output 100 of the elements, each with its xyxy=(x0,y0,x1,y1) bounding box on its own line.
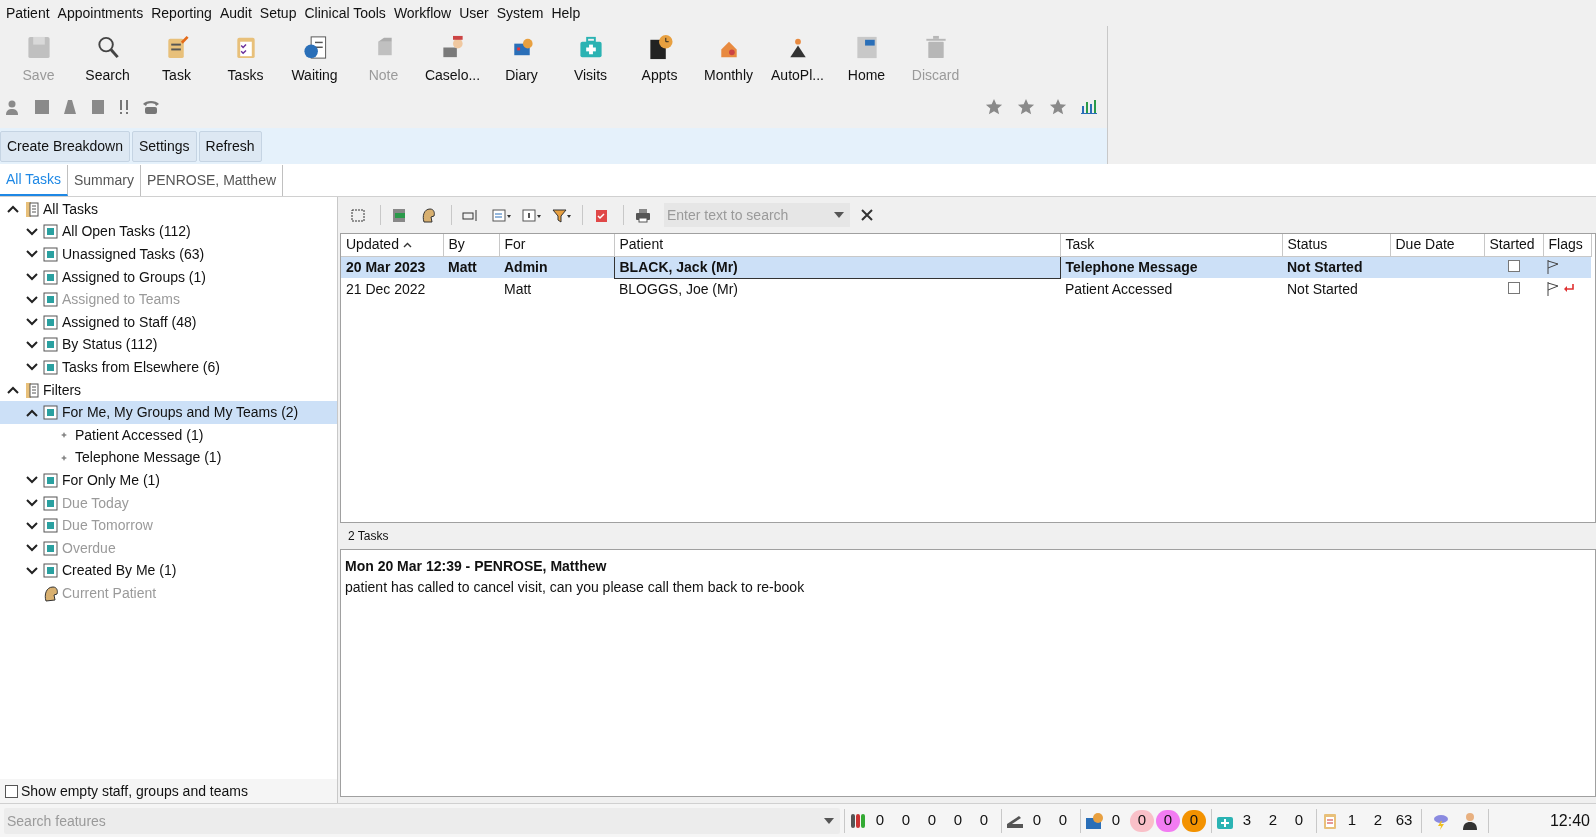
clipboard-icon xyxy=(42,291,59,309)
column-header[interactable]: Due Date xyxy=(1390,234,1484,256)
bar-chart-icon[interactable] xyxy=(1081,100,1097,114)
column-header[interactable]: Flags xyxy=(1543,234,1591,256)
count-text: 63 xyxy=(1394,810,1414,831)
task-count: 2 Tasks xyxy=(348,528,389,545)
head-icon xyxy=(42,584,59,602)
checkbox[interactable] xyxy=(1507,259,1520,272)
action-button[interactable]: Refresh xyxy=(198,130,262,162)
table-cell[interactable]: 21 Dec 2022 xyxy=(341,278,443,300)
table-cell[interactable]: Matt xyxy=(499,278,614,300)
calendar-chart-icon[interactable] xyxy=(1085,811,1103,830)
table-cell[interactable]: Admin xyxy=(499,256,614,278)
dropdown-caret-icon[interactable] xyxy=(834,212,844,218)
count-badge: 0 xyxy=(1182,809,1206,832)
count-text: 0 xyxy=(1031,810,1043,831)
folder-list-icon xyxy=(23,381,40,399)
telephone-icon[interactable] xyxy=(142,99,160,115)
tree-item[interactable]: Unassigned Tasks (63) xyxy=(0,243,337,266)
star-icon[interactable] xyxy=(1017,98,1035,116)
search-features-field[interactable]: Search features xyxy=(4,807,840,834)
menu-item[interactable]: System xyxy=(492,2,548,24)
toolbar-button[interactable]: Task xyxy=(142,34,211,86)
tree-item[interactable]: By Status (112) xyxy=(0,333,337,357)
table-cell[interactable]: BLOGGS, Joe (Mr) xyxy=(614,278,1060,300)
action-button[interactable]: Settings xyxy=(131,130,197,162)
menu-item[interactable]: Appointments xyxy=(53,2,148,24)
exclamation-icon[interactable] xyxy=(118,99,130,115)
table-cell[interactable] xyxy=(1543,256,1591,278)
table-cell[interactable]: Not Started xyxy=(1282,278,1390,300)
filter-dropdown-icon[interactable] xyxy=(552,206,572,224)
tree-item[interactable]: Telephone Message (1) xyxy=(0,446,337,470)
menu-item[interactable]: Workflow xyxy=(389,2,456,24)
count-text: 2 xyxy=(1372,810,1384,831)
table-cell[interactable]: Telephone Message xyxy=(1060,256,1282,278)
checkbox[interactable] xyxy=(1507,281,1520,294)
clipboard-icon xyxy=(42,471,59,489)
clipboard-icon xyxy=(42,562,59,580)
tree-item[interactable]: Assigned to Groups (1) xyxy=(0,265,337,289)
column-header[interactable]: By xyxy=(443,234,499,256)
tree-item[interactable]: All Open Tasks (112) xyxy=(0,220,337,244)
column-header[interactable]: Status xyxy=(1282,234,1390,256)
flag-icon[interactable] xyxy=(1547,282,1559,296)
tab[interactable]: PENROSE, Matthew xyxy=(140,165,284,196)
clipboard-icon xyxy=(42,246,59,263)
star-icon[interactable] xyxy=(1049,98,1067,116)
toolbar-button[interactable]: AutoPl... xyxy=(763,34,832,86)
menu-item[interactable]: Reporting xyxy=(147,2,216,24)
tree-item[interactable]: For Me, My Groups and My Teams (2) xyxy=(0,401,337,424)
column-header[interactable]: Patient xyxy=(614,234,1060,256)
tree-item[interactable]: Created By Me (1) xyxy=(0,559,337,583)
menu-item[interactable]: Patient xyxy=(2,2,54,24)
menu-item[interactable]: Audit xyxy=(215,2,256,24)
toolbar-button[interactable]: Caselo... xyxy=(418,34,487,86)
toolbar-button[interactable]: Search xyxy=(73,34,142,86)
column-header[interactable]: Updated xyxy=(341,234,443,256)
test-tubes-icon[interactable] xyxy=(849,811,867,830)
column-header[interactable]: Task xyxy=(1060,234,1282,256)
flag-icon[interactable] xyxy=(1547,260,1559,275)
table-cell[interactable]: 20 Mar 2023 xyxy=(341,256,443,278)
column-header[interactable]: Started xyxy=(1484,234,1543,256)
menu-item[interactable]: User xyxy=(455,2,493,24)
search-field[interactable]: Enter text to search xyxy=(664,203,850,227)
clipboard-icon xyxy=(42,313,59,331)
table-cell[interactable]: Not Started xyxy=(1282,256,1390,278)
star-icon[interactable] xyxy=(985,98,1003,116)
toolbar-button[interactable]: Appts xyxy=(625,34,694,86)
count-text: 0 xyxy=(1293,810,1305,831)
table-cell[interactable]: Matt xyxy=(443,256,499,278)
tab[interactable]: Summary xyxy=(68,165,141,196)
tree-item[interactable]: Patient Accessed (1) xyxy=(0,423,337,447)
tree-item[interactable]: Tasks from Elsewhere (6) xyxy=(0,356,337,379)
clipboard-icon xyxy=(42,268,59,286)
menu-item[interactable]: Setup xyxy=(255,2,301,24)
dropdown-caret-icon[interactable] xyxy=(824,817,834,824)
count-text: 0 xyxy=(900,810,912,831)
menu-item[interactable]: Clinical Tools xyxy=(300,2,390,24)
tree-item[interactable]: All Tasks xyxy=(0,198,337,221)
count-text: 2 xyxy=(1267,810,1279,831)
toolbar-button[interactable]: Waiting xyxy=(280,34,349,86)
clipboard-icon[interactable] xyxy=(1321,811,1339,830)
table-cell[interactable]: Patient Accessed xyxy=(1060,278,1282,300)
column-header[interactable]: For xyxy=(499,234,614,256)
action-button[interactable]: Create Breakdown xyxy=(0,130,130,162)
toolbar-button[interactable]: Diary xyxy=(487,34,556,86)
toolbar-button[interactable]: Monthly xyxy=(694,34,763,86)
toolbar-button[interactable]: Home xyxy=(832,34,901,86)
toolbar-button[interactable]: Tasks xyxy=(211,34,280,86)
toolbar-button[interactable]: Visits xyxy=(556,34,625,86)
menu-item[interactable]: Help xyxy=(547,2,585,24)
tree-item[interactable]: Filters xyxy=(0,378,337,402)
table-cell[interactable]: BLACK, Jack (Mr) xyxy=(614,256,1060,278)
close-icon[interactable] xyxy=(860,208,874,222)
tree-item[interactable]: For Only Me (1) xyxy=(0,469,337,492)
count-badge: 0 xyxy=(1130,809,1154,832)
tree-item[interactable]: Assigned to Staff (48) xyxy=(0,310,337,334)
checkbox[interactable] xyxy=(5,784,18,798)
count-text: 0 xyxy=(926,810,938,831)
user-icon[interactable] xyxy=(1462,811,1478,830)
clipboard-icon xyxy=(42,539,59,557)
